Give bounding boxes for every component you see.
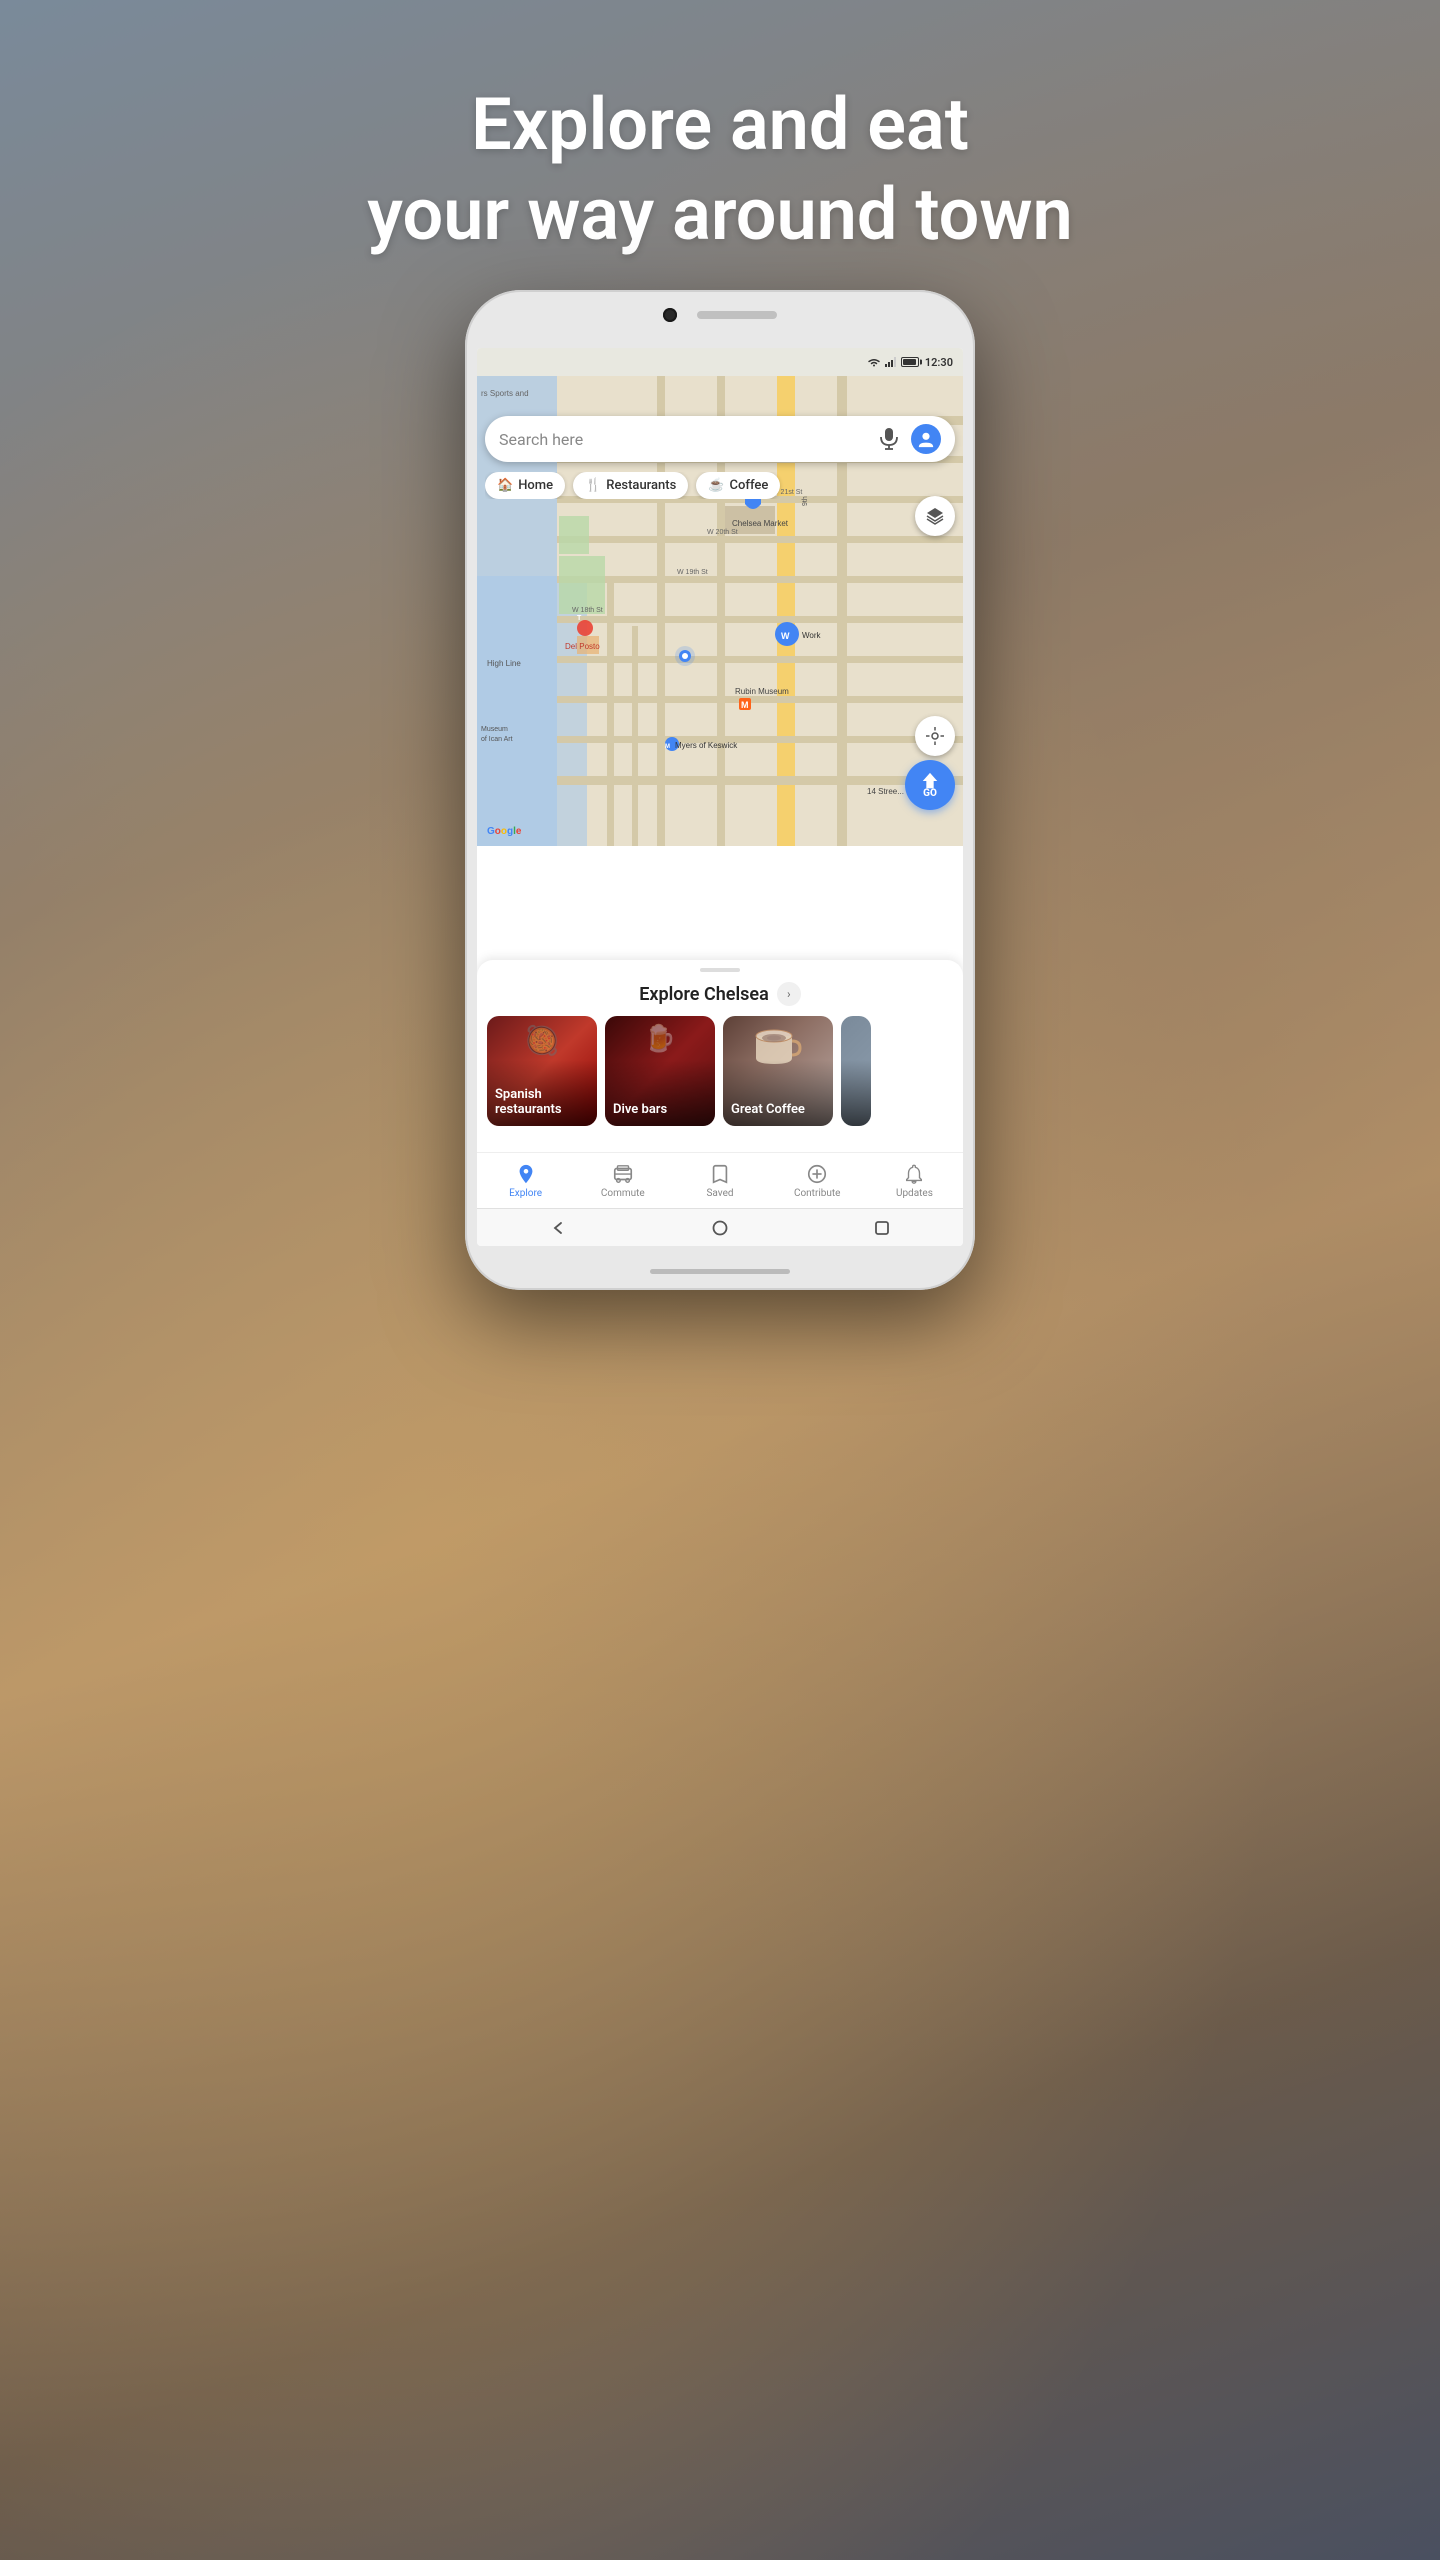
- svg-text:rs Sports and: rs Sports and: [481, 389, 529, 398]
- commute-icon: [612, 1163, 634, 1185]
- svg-text:Google: Google: [487, 826, 522, 837]
- signal-icon: [885, 357, 897, 367]
- svg-text:14 Stree...: 14 Stree...: [867, 787, 904, 796]
- status-bar-right: 12:30: [867, 356, 953, 369]
- phone-screen: 12:30: [477, 348, 963, 1246]
- svg-text:M: M: [665, 744, 670, 750]
- sheet-handle: [700, 968, 740, 972]
- updates-icon: [903, 1163, 925, 1185]
- svg-text:Myers of Keswick: Myers of Keswick: [675, 741, 738, 750]
- phone-home-indicator: [650, 1269, 790, 1274]
- restaurants-icon: 🍴: [585, 478, 601, 493]
- system-nav: [477, 1208, 963, 1246]
- card-overlay-more: [841, 1016, 871, 1126]
- svg-text:Rubin Museum: Rubin Museum: [735, 687, 789, 696]
- svg-text:M: M: [741, 700, 749, 710]
- explore-header[interactable]: Explore Chelsea ›: [477, 978, 963, 1016]
- saved-icon: [709, 1163, 731, 1185]
- home-circle-icon: [712, 1220, 728, 1236]
- nav-updates-label: Updates: [896, 1188, 933, 1199]
- recents-icon: [875, 1221, 889, 1235]
- phone-speaker: [697, 311, 777, 319]
- system-home-button[interactable]: [705, 1213, 735, 1243]
- map-area[interactable]: W 18th St W 19th St W 20th St W 21st St …: [477, 376, 963, 846]
- nav-saved[interactable]: Saved: [671, 1162, 768, 1199]
- svg-text:W: W: [781, 631, 790, 641]
- my-location-icon: [925, 726, 945, 746]
- pill-restaurants[interactable]: 🍴 Restaurants: [573, 472, 688, 499]
- account-button[interactable]: [911, 424, 941, 454]
- category-pills: 🏠 Home 🍴 Restaurants ☕ Coffee: [485, 472, 963, 499]
- pill-coffee-label: Coffee: [730, 478, 769, 493]
- nav-updates[interactable]: Updates: [866, 1162, 963, 1199]
- battery-icon: [901, 357, 919, 367]
- nav-contribute-label: Contribute: [794, 1188, 841, 1199]
- layers-icon: [925, 506, 945, 526]
- pill-coffee[interactable]: ☕ Coffee: [696, 472, 780, 499]
- svg-text:Work: Work: [802, 631, 822, 640]
- location-button[interactable]: [915, 716, 955, 756]
- card-more[interactable]: [841, 1016, 871, 1126]
- saved-nav-icon: [708, 1162, 732, 1186]
- svg-text:Chelsea Market: Chelsea Market: [732, 519, 789, 528]
- time-display: 12:30: [925, 356, 953, 369]
- card-great-coffee[interactable]: Great Coffee: [723, 1016, 833, 1126]
- bottom-nav: Explore Commute: [477, 1152, 963, 1208]
- explore-icon: [515, 1163, 537, 1185]
- wifi-icon: [867, 357, 881, 367]
- phone-frame: 12:30: [465, 290, 975, 1290]
- svg-text:of Ican Art: of Ican Art: [481, 736, 513, 743]
- svg-text:Museum: Museum: [481, 726, 508, 733]
- nav-saved-label: Saved: [706, 1188, 733, 1199]
- svg-text:W 20th St: W 20th St: [707, 529, 738, 536]
- back-icon: [551, 1221, 565, 1235]
- explore-arrow[interactable]: ›: [777, 982, 801, 1006]
- nav-explore[interactable]: Explore: [477, 1162, 574, 1199]
- card-label-coffee: Great Coffee: [731, 1102, 829, 1118]
- svg-text:Del Posto: Del Posto: [565, 642, 600, 651]
- page-title: Explore and eat your way around town: [0, 80, 1440, 260]
- card-dive-bars[interactable]: 🍺 Dive bars: [605, 1016, 715, 1126]
- svg-text:W 18th St: W 18th St: [572, 607, 603, 614]
- pill-restaurants-label: Restaurants: [606, 478, 676, 493]
- svg-text:High Line: High Line: [487, 659, 521, 668]
- pill-home-label: Home: [518, 478, 553, 493]
- explore-title: Explore Chelsea: [639, 984, 769, 1005]
- phone-top-bar: [663, 308, 777, 322]
- go-label: GO: [923, 788, 937, 799]
- go-button[interactable]: GO: [905, 760, 955, 810]
- layer-button[interactable]: [915, 496, 955, 536]
- search-placeholder: Search here: [499, 430, 877, 449]
- commute-nav-icon: [611, 1162, 635, 1186]
- category-cards: 🥘 Spanish restaurants 🍺 Dive bars: [477, 1016, 963, 1138]
- home-icon: 🏠: [497, 478, 513, 493]
- mic-icon: [880, 428, 898, 450]
- search-bar[interactable]: Search here: [485, 416, 955, 462]
- account-icon: [917, 430, 935, 448]
- svg-text:W 19th St: W 19th St: [677, 569, 708, 576]
- card-label-spanish: Spanish restaurants: [495, 1087, 593, 1118]
- contribute-nav-icon: [805, 1162, 829, 1186]
- coffee-icon: ☕: [708, 478, 724, 493]
- nav-explore-label: Explore: [509, 1188, 542, 1199]
- contribute-icon: [806, 1163, 828, 1185]
- card-label-bars: Dive bars: [613, 1102, 711, 1118]
- mic-button[interactable]: [877, 427, 901, 451]
- updates-nav-icon: [902, 1162, 926, 1186]
- svg-text:T: T: [577, 615, 582, 622]
- phone-camera: [663, 308, 677, 322]
- nav-commute-label: Commute: [601, 1188, 645, 1199]
- pill-home[interactable]: 🏠 Home: [485, 472, 565, 499]
- nav-commute[interactable]: Commute: [574, 1162, 671, 1199]
- nav-contribute[interactable]: Contribute: [769, 1162, 866, 1199]
- explore-nav-icon: [514, 1162, 538, 1186]
- status-bar: 12:30: [477, 348, 963, 376]
- system-back-button[interactable]: [543, 1213, 573, 1243]
- card-spanish-restaurants[interactable]: 🥘 Spanish restaurants: [487, 1016, 597, 1126]
- system-recents-button[interactable]: [867, 1213, 897, 1243]
